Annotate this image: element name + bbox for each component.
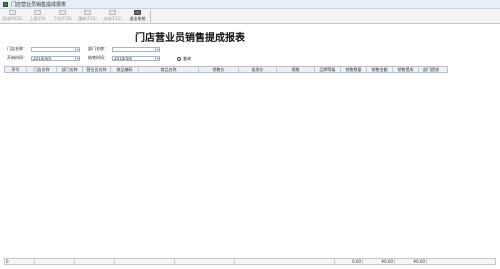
- dept-dropdown-icon[interactable]: [156, 46, 160, 52]
- store-filter: 门店名称：: [7, 46, 80, 52]
- close-button[interactable]: 关闭(F12): [100, 9, 125, 23]
- toolbar-separator: [150, 10, 151, 22]
- col-dept[interactable]: 部门名称: [57, 67, 83, 72]
- start-label: 开始时间：: [7, 55, 27, 60]
- query-button[interactable]: 查询: [177, 56, 191, 62]
- col-sales-qty[interactable]: 销售数量: [341, 67, 367, 72]
- status-bar: 0 0.00 ¥0.00 ¥0.00: [4, 258, 496, 265]
- status-cell: [235, 259, 335, 264]
- col-index[interactable]: 序号: [5, 67, 27, 72]
- toolbar: 导出EXCEL 上报(F9) 下拉(F10) 重新(F11) 关闭(F12) 退…: [0, 9, 500, 24]
- download-button[interactable]: 下拉(F10): [50, 9, 75, 23]
- col-sales-amount[interactable]: 销售金额: [367, 67, 393, 72]
- col-product-name[interactable]: 商品名称: [139, 67, 199, 72]
- upload-button[interactable]: 上报(F9): [25, 9, 50, 23]
- app-icon: [3, 1, 8, 7]
- status-amount-total: ¥0.00: [363, 259, 395, 264]
- end-date-filter: 结束时间： 2014/4/4: [88, 55, 160, 61]
- dept-label: 部门名称：: [88, 46, 108, 51]
- upload-icon: [34, 10, 41, 15]
- status-cell: [427, 259, 495, 264]
- window-title: 门店营业员销售提成报表: [11, 1, 67, 8]
- report-title: 门店营业员销售提成报表: [135, 33, 245, 44]
- col-dept-commission[interactable]: 部门提成: [419, 67, 443, 72]
- status-qty-total: 0.00: [335, 259, 363, 264]
- status-cell: [115, 259, 175, 264]
- table-header: 序号 门店名称 部门名称 营业员名称 商品编码 商品名称 销售价 批发价 规格 …: [4, 66, 448, 73]
- table-body[interactable]: [4, 73, 448, 254]
- col-wholesale-price[interactable]: 批发价: [239, 67, 277, 72]
- col-spec[interactable]: 规格: [277, 67, 315, 72]
- store-dropdown-icon[interactable]: [76, 46, 80, 52]
- close-icon: [109, 10, 116, 15]
- status-cell: [35, 259, 75, 264]
- refresh-button[interactable]: 重新(F11): [75, 9, 100, 23]
- end-date-dropdown-icon[interactable]: [156, 55, 160, 61]
- end-label: 结束时间：: [88, 55, 108, 60]
- refresh-icon: [84, 10, 91, 15]
- status-cell: [175, 259, 235, 264]
- exit-system-button[interactable]: 退出系统: [125, 9, 150, 23]
- export-icon: [9, 10, 16, 15]
- dept-filter: 部门名称：: [88, 46, 160, 52]
- col-brand-level[interactable]: 品牌等级: [315, 67, 341, 72]
- col-clerk[interactable]: 营业员名称: [83, 67, 111, 72]
- status-cell: [75, 259, 115, 264]
- download-icon: [59, 10, 66, 15]
- status-commission-total: ¥0.00: [395, 259, 427, 264]
- export-excel-button[interactable]: 导出EXCEL: [0, 9, 25, 23]
- exit-icon: [134, 10, 141, 15]
- start-date-input[interactable]: 2014/4/4: [31, 55, 76, 61]
- search-icon: [177, 57, 181, 61]
- dept-input[interactable]: [112, 46, 156, 52]
- end-date-input[interactable]: 2014/4/4: [112, 55, 156, 61]
- col-product-code[interactable]: 商品编码: [111, 67, 139, 72]
- title-bar: 门店营业员销售提成报表: [0, 0, 500, 9]
- col-sale-price[interactable]: 销售价: [199, 67, 239, 72]
- col-store[interactable]: 门店名称: [27, 67, 57, 72]
- col-sales-commission[interactable]: 销售提成: [393, 67, 419, 72]
- store-label: 门店名称：: [7, 46, 27, 51]
- start-date-filter: 开始时间： 2014/4/4: [7, 55, 80, 61]
- status-count: 0: [5, 259, 35, 264]
- store-input[interactable]: [31, 46, 76, 52]
- start-date-dropdown-icon[interactable]: [76, 55, 80, 61]
